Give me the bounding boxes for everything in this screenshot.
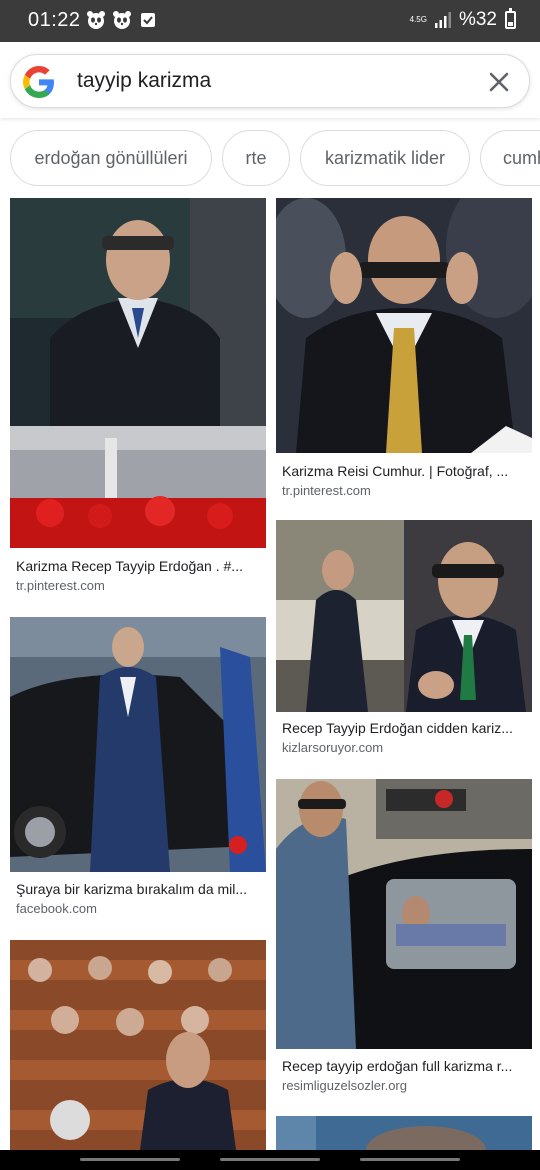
back-button[interactable] [360,1158,460,1161]
checkbox-notification-icon [141,13,155,27]
notification-icons [86,10,158,30]
result-image [276,779,532,1049]
network-type: 4.5G [409,15,427,24]
search-header: tayyip karizma [0,42,540,118]
status-time: 01:22 [28,9,81,31]
result-thumbnail[interactable] [10,617,266,872]
suggestion-chips: erdoğan gönüllüleri rte karizmatik lider… [0,130,540,186]
result-caption[interactable]: Recep tayyip erdoğan full karizma r... [282,1058,526,1074]
result-image [276,520,532,712]
search-box[interactable]: tayyip karizma [10,54,530,108]
image-result[interactable] [10,940,266,1150]
image-result[interactable]: Recep tayyip erdoğan full karizma r... r… [276,779,532,1094]
result-caption[interactable]: Karizma Reisi Cumhur. | Fotoğraf, ... [282,463,526,479]
result-source: tr.pinterest.com [16,578,105,593]
chip-rte[interactable]: rte [222,130,290,186]
status-right: 4.5G %32 [409,8,516,31]
result-image [10,198,266,548]
result-thumbnail[interactable] [276,779,532,1049]
clear-icon[interactable] [485,68,513,96]
image-result[interactable]: Karizma Reisi Cumhur. | Fotoğraf, ... tr… [276,198,532,503]
system-nav-bar [0,1150,540,1170]
battery-percent: %32 [458,9,497,30]
signal-icon [434,12,451,28]
result-image [10,940,266,1150]
chip-erdogan-gonulluleri[interactable]: erdoğan gönüllüleri [10,130,212,186]
panda-notification-icon [87,11,105,29]
result-source: kizlarsoruyor.com [282,740,384,755]
status-bar: 01:22 4.5G %32 [0,0,540,42]
result-source: tr.pinterest.com [282,483,371,498]
result-caption[interactable]: Recep Tayyip Erdoğan cidden kariz... [282,720,526,736]
chip-cumh[interactable]: cumh [480,130,540,186]
battery-icon [505,8,516,29]
result-thumbnail[interactable] [276,1116,532,1150]
google-logo-icon [23,66,54,98]
image-result[interactable]: Karizma Recep Tayyip Erdoğan . #... tr.p… [10,198,266,598]
image-result[interactable]: Şuraya bir karizma bırakalım da mil... f… [10,617,266,922]
result-source: resimliguzelsozler.org [282,1078,407,1093]
chip-karizmatik-lider[interactable]: karizmatik lider [300,130,470,186]
result-thumbnail[interactable] [276,198,532,453]
result-caption[interactable]: Şuraya bir karizma bırakalım da mil... [16,881,260,897]
result-caption[interactable]: Karizma Recep Tayyip Erdoğan . #... [16,558,260,574]
search-input[interactable]: tayyip karizma [77,69,211,93]
result-thumbnail[interactable] [276,520,532,712]
home-button[interactable] [220,1158,320,1161]
result-image [276,198,532,453]
image-result[interactable]: Recep Tayyip Erdoğan cidden kariz... kiz… [276,520,532,760]
result-source: facebook.com [16,901,97,916]
image-result[interactable] [276,1116,532,1150]
result-image [276,1116,532,1150]
result-image [10,617,266,872]
result-thumbnail[interactable] [10,198,266,548]
result-thumbnail[interactable] [10,940,266,1150]
panda-notification-icon [113,11,131,29]
recents-button[interactable] [80,1158,180,1161]
